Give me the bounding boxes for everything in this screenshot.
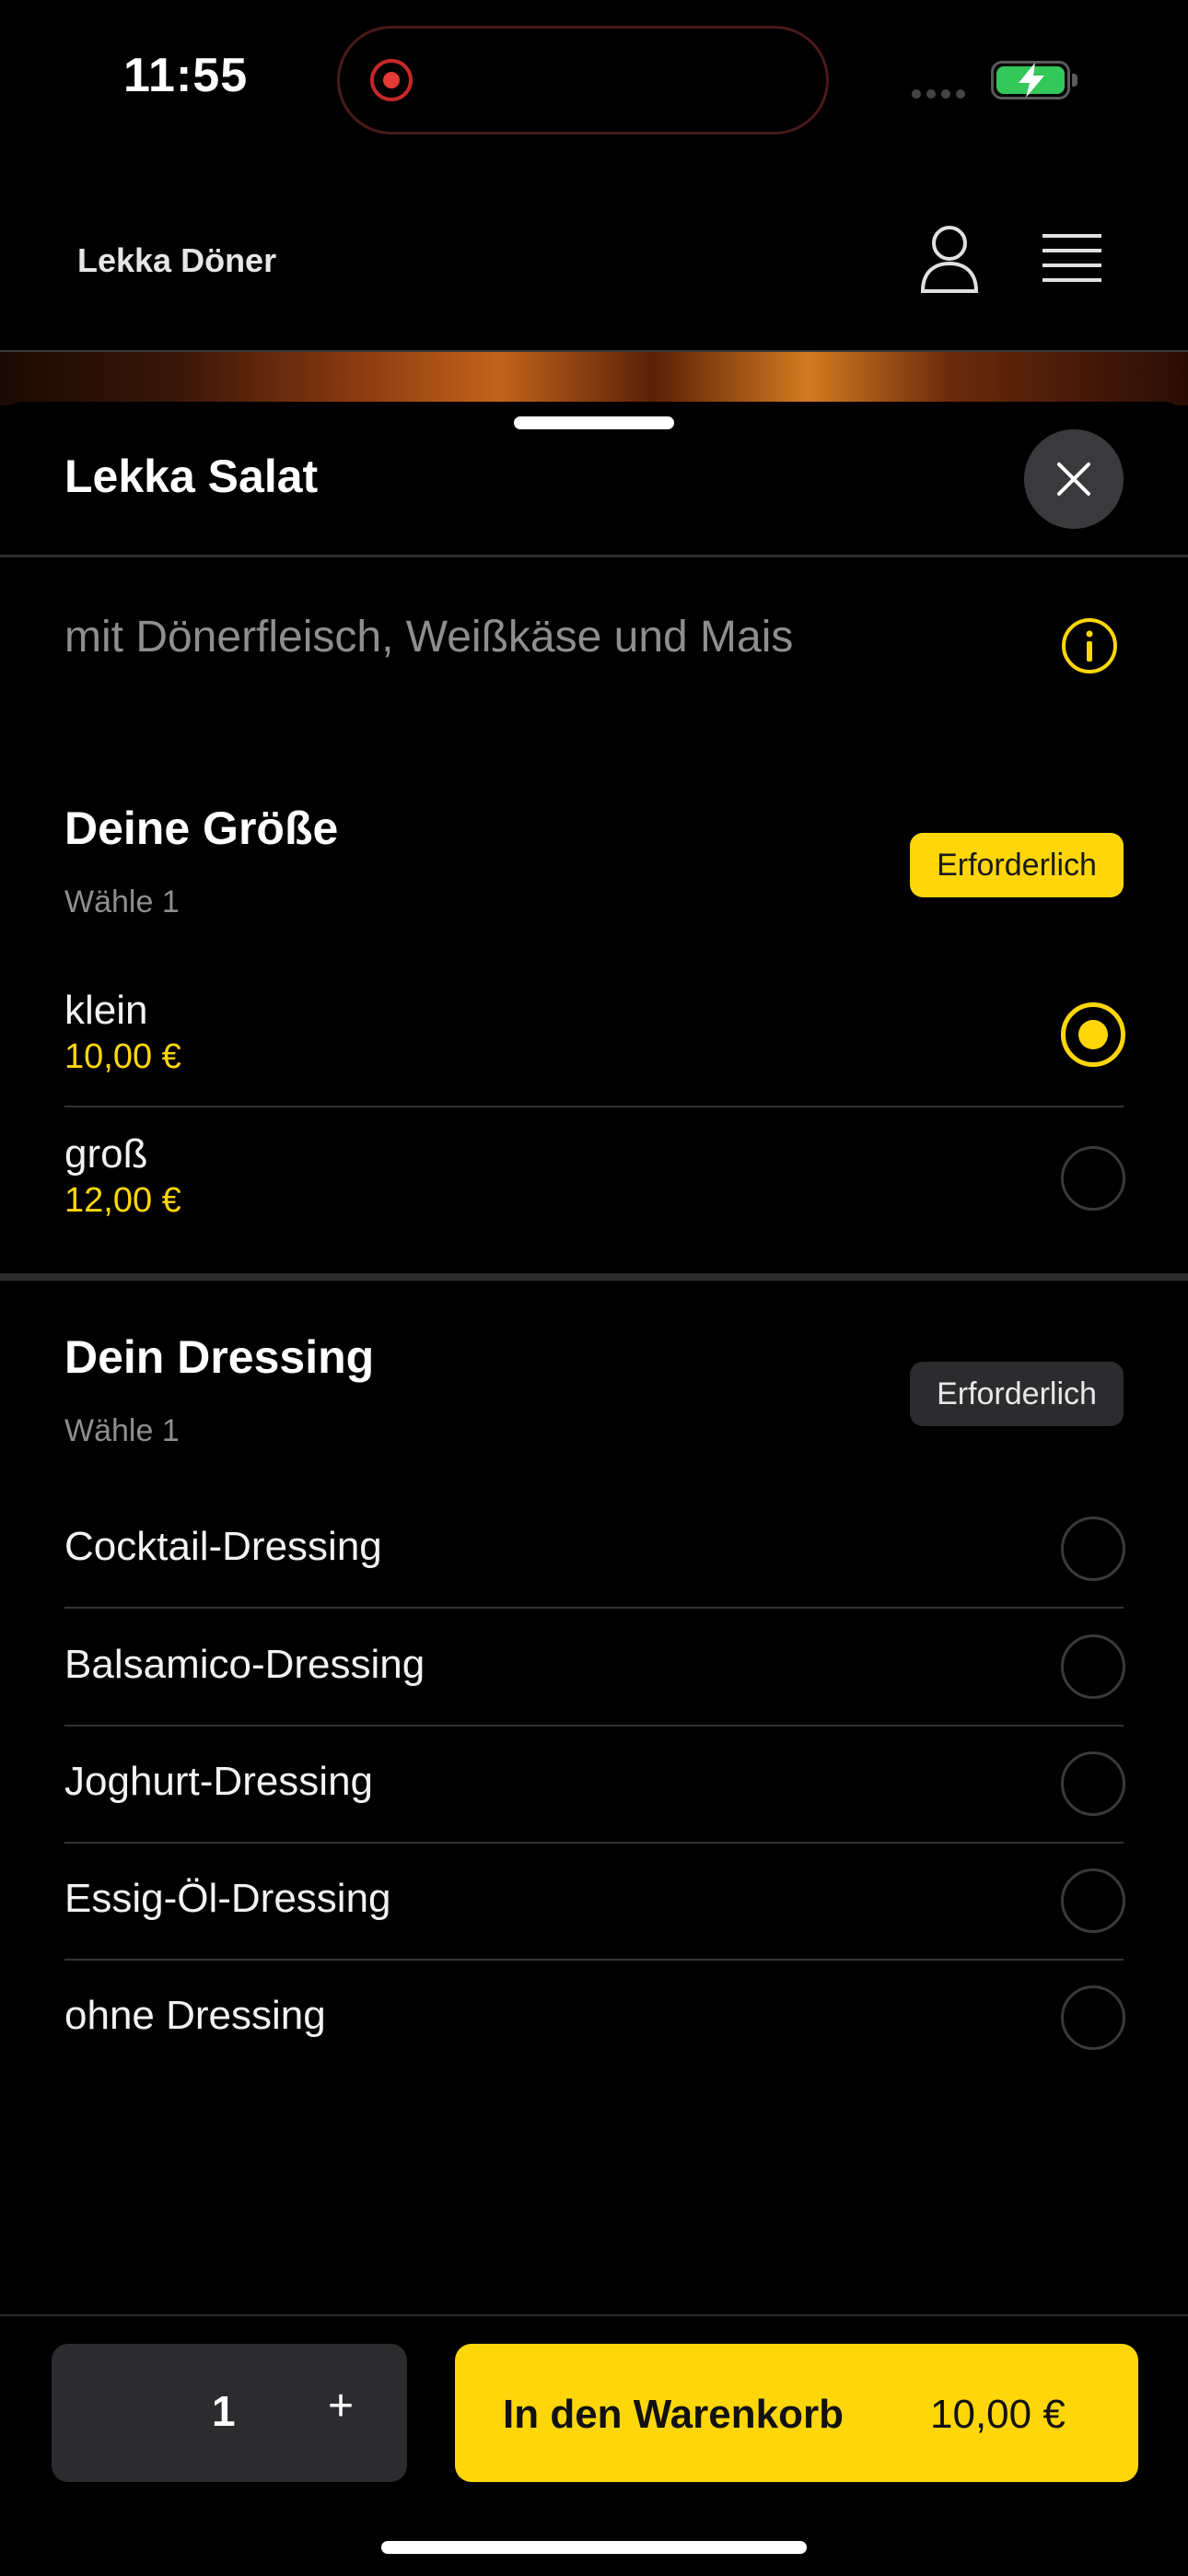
dressing-option-joghurt[interactable]: Joghurt-Dressing [64,1759,373,1805]
product-description: mit Dönerfleisch, Weißkäse und Mais [64,613,794,662]
user-icon[interactable] [919,225,980,293]
required-badge: Erforderlich [910,833,1124,897]
dressing-radio-cocktail[interactable] [1061,1516,1125,1581]
info-icon[interactable] [1061,617,1118,674]
title-divider [0,555,1188,557]
home-indicator[interactable] [381,2541,807,2554]
option-label: groß [64,1131,148,1177]
signal-icon [912,87,971,103]
product-sheet [0,402,1188,2576]
dressing-radio-essig-oel[interactable] [1061,1868,1125,1933]
dressing-radio-joghurt[interactable] [1061,1751,1125,1816]
hero-banner-image [0,352,1188,405]
option-label: klein [64,988,148,1033]
quantity-plus-button[interactable]: + [328,2381,354,2431]
brand-name[interactable]: Lekka Döner [77,241,276,280]
dressing-option-cocktail[interactable]: Cocktail-Dressing [64,1524,382,1570]
option-price: 12,00 € [64,1181,181,1220]
close-button[interactable] [1024,429,1124,529]
add-to-cart-price: 10,00 € [930,2392,1066,2437]
footer-divider [0,2314,1188,2316]
quantity-value: 1 [212,2387,236,2435]
size-radio-klein[interactable] [1061,1002,1125,1067]
size-option-klein[interactable]: klein 10,00 € [64,988,181,1077]
size-section-title: Deine Größe [64,802,339,854]
size-section-subtitle: Wähle 1 [64,884,180,919]
dressing-option-ohne[interactable]: ohne Dressing [64,1993,326,2039]
charging-bolt-icon [1019,63,1044,98]
dressing-radio-balsamico[interactable] [1061,1634,1125,1699]
required-badge: Erforderlich [910,1362,1124,1426]
sheet-grabber[interactable] [514,416,674,429]
dressing-section-subtitle: Wähle 1 [64,1413,180,1448]
dressing-radio-ohne[interactable] [1061,1985,1125,2050]
battery-cap [1072,74,1077,87]
row-divider [64,1607,1124,1609]
add-to-cart-label: In den Warenkorb [503,2392,844,2437]
row-divider [64,1842,1124,1844]
product-title: Lekka Salat [64,451,319,502]
close-icon [1057,463,1090,496]
row-divider [64,1959,1124,1961]
size-radio-gross[interactable] [1061,1146,1125,1211]
row-divider [64,1725,1124,1727]
dressing-section-title: Dein Dressing [64,1331,375,1383]
section-divider [0,1273,1188,1281]
menu-icon[interactable] [1042,232,1101,284]
status-time: 11:55 [123,49,249,102]
dressing-option-balsamico[interactable]: Balsamico-Dressing [64,1642,425,1688]
dressing-option-essig-oel[interactable]: Essig-Öl-Dressing [64,1876,391,1922]
row-divider [64,1106,1124,1107]
size-option-gross[interactable]: groß 12,00 € [64,1131,181,1221]
option-price: 10,00 € [64,1037,181,1076]
recording-dot-icon [383,72,400,88]
